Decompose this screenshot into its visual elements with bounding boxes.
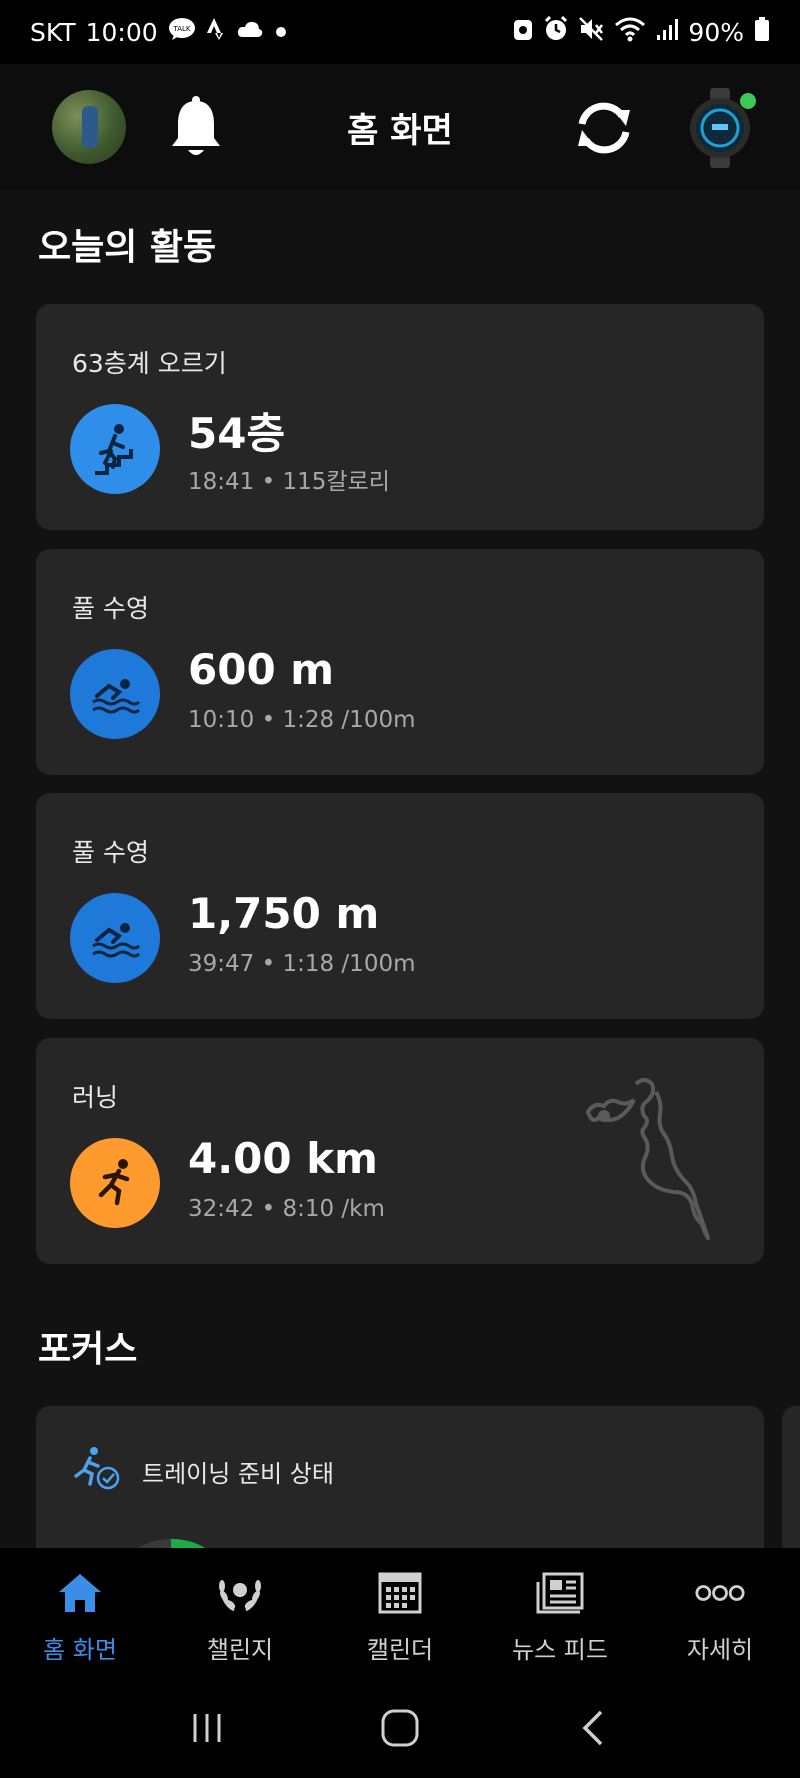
alarm-icon [544, 15, 568, 48]
sync-icon[interactable] [572, 96, 636, 160]
carrier-label: SKT [30, 17, 76, 47]
calendar-icon [375, 1568, 425, 1618]
training-readiness-icon [72, 1446, 122, 1490]
nav-label: 캘린더 [366, 1636, 434, 1664]
running-icon [70, 1138, 160, 1228]
swimming-icon [70, 893, 160, 983]
home-button[interactable] [370, 1698, 430, 1758]
lock-battery-icon [512, 16, 534, 48]
home-icon [55, 1568, 105, 1618]
watch-device-icon[interactable] [682, 88, 762, 168]
activity-detail: 32:42 • 8:10 /km [188, 1196, 385, 1222]
chat-notification-icon: TALK [168, 17, 196, 47]
activity-card[interactable]: 풀 수영 1,750 m 39:47 • 1:18 /100m [36, 793, 764, 1019]
activity-value: 600 m [188, 645, 335, 694]
nav-home[interactable]: 홈 화면 [0, 1548, 160, 1678]
activity-detail: 10:10 • 1:28 /100m [188, 707, 416, 733]
route-map-icon [584, 1072, 756, 1244]
dot-notification-icon [274, 20, 288, 45]
activity-value: 1,750 m [188, 889, 380, 938]
back-button[interactable] [563, 1698, 623, 1758]
system-nav-bar [0, 1678, 800, 1778]
nav-label: 챌린지 [206, 1636, 274, 1664]
section-title-focus: 포커스 [38, 1329, 138, 1370]
nav-challenges[interactable]: 챌린지 [160, 1548, 320, 1678]
stair-climbing-icon [70, 404, 160, 494]
activity-card[interactable]: 63층계 오르기 54층 18:41 • 115칼로리 [36, 304, 764, 530]
signal-icon [656, 17, 679, 47]
battery-percentage: 90% [688, 17, 744, 47]
bell-icon[interactable] [168, 94, 224, 160]
newsfeed-icon [535, 1568, 585, 1618]
activity-label: 러닝 [72, 1083, 119, 1112]
activity-detail: 39:47 • 1:18 /100m [188, 951, 416, 977]
app-header: 홈 화면 [0, 64, 800, 190]
clock-label: 10:00 [85, 17, 158, 47]
nav-newsfeed[interactable]: 뉴스 피드 [480, 1548, 640, 1678]
status-bar: SKT 10:00 TALK 90% [0, 0, 800, 64]
activity-value: 54층 [188, 409, 286, 458]
activity-detail: 18:41 • 115칼로리 [188, 469, 390, 495]
section-title-today: 오늘의 활동 [38, 227, 217, 268]
status-right: 90% [512, 15, 770, 48]
activity-card[interactable]: 풀 수영 600 m 10:10 • 1:28 /100m [36, 549, 764, 775]
nav-label: 자세히 [686, 1636, 754, 1664]
svg-text:TALK: TALK [172, 25, 190, 33]
cloud-icon [236, 19, 264, 45]
training-readiness-label: 트레이닝 준비 상태 [142, 1460, 334, 1488]
activity-label: 풀 수영 [72, 594, 149, 623]
activity-label: 풀 수영 [72, 838, 149, 867]
mute-icon [578, 16, 604, 48]
recent-apps-button[interactable] [177, 1698, 237, 1758]
activity-card[interactable]: 러닝 4.00 km 32:42 • 8:10 /km [36, 1038, 764, 1264]
battery-icon [754, 16, 770, 48]
swimming-icon [70, 649, 160, 739]
activity-value: 4.00 km [188, 1134, 378, 1183]
avatar[interactable] [52, 90, 126, 164]
more-icon [695, 1568, 745, 1618]
nav-calendar[interactable]: 캘린더 [320, 1548, 480, 1678]
wifi-icon [614, 16, 646, 48]
status-left: SKT 10:00 TALK [30, 17, 288, 47]
nav-label: 홈 화면 [43, 1636, 117, 1664]
nav-more[interactable]: 자세히 [640, 1548, 800, 1678]
strava-icon [206, 17, 226, 47]
nav-label: 뉴스 피드 [512, 1636, 608, 1664]
activity-label: 63층계 오르기 [72, 349, 227, 378]
laurel-icon [215, 1568, 265, 1618]
bottom-nav: 홈 화면 챌린지 캘린더 뉴스 피드 자세히 [0, 1548, 800, 1678]
